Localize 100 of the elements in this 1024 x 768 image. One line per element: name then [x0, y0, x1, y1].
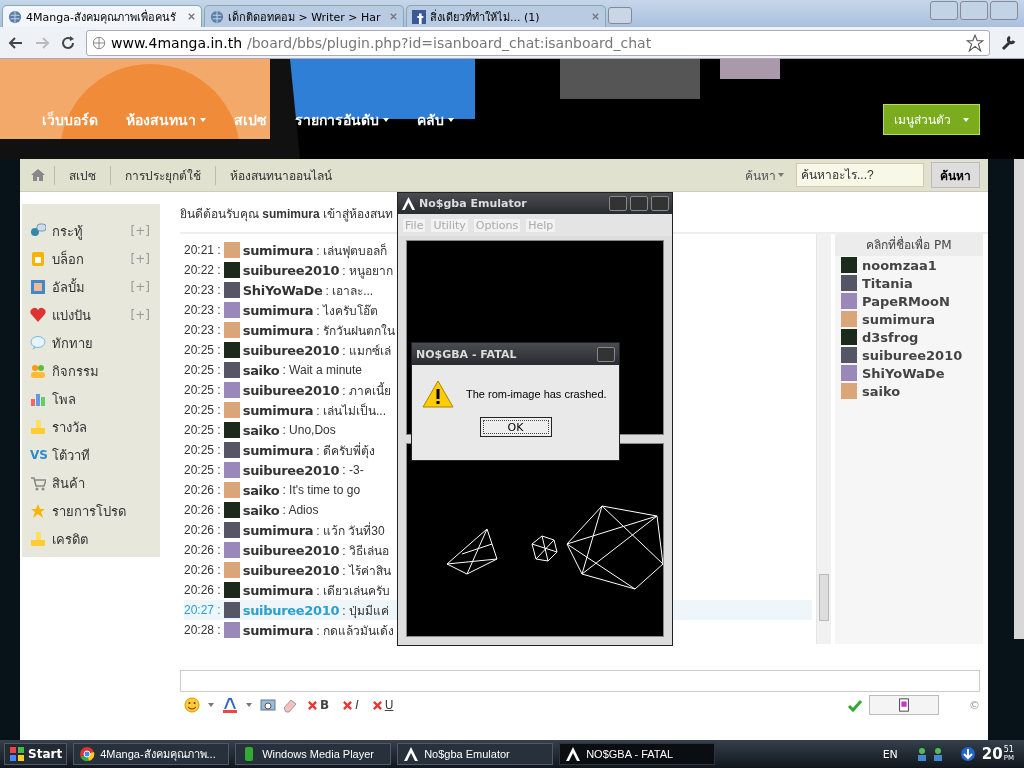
maximize-button[interactable]: [960, 1, 988, 20]
sidebar-link[interactable]: ทักทาย: [52, 332, 93, 354]
close-button[interactable]: [651, 196, 669, 211]
eraser-icon[interactable]: [282, 697, 298, 713]
sidebar-link[interactable]: เครดิต: [52, 528, 88, 550]
username-link[interactable]: suiburee2010: [242, 382, 340, 398]
online-user-link[interactable]: sumimura: [862, 311, 935, 327]
ok-button[interactable]: OK: [479, 417, 552, 437]
underline-button[interactable]: U: [368, 698, 398, 712]
minimize-button[interactable]: [930, 1, 958, 20]
avatar-placeholder: [223, 362, 240, 378]
username-link[interactable]: sumimura: [242, 582, 314, 598]
smiley-icon[interactable]: [184, 697, 200, 713]
sidebar-link[interactable]: บล็อก: [52, 248, 84, 270]
bold-button[interactable]: B: [304, 698, 334, 712]
checkmark-icon[interactable]: [847, 697, 863, 713]
search-scope-dropdown[interactable]: ค้นหา: [745, 165, 786, 185]
username-link[interactable]: ShiYoWaDe: [242, 282, 323, 298]
username-link[interactable]: suiburee2010: [242, 342, 340, 358]
search-button[interactable]: ค้นหา: [931, 162, 980, 188]
start-button[interactable]: Start: [4, 743, 68, 765]
sidebar-link[interactable]: กระทู้: [52, 220, 83, 242]
username-link[interactable]: sumimura: [242, 242, 314, 258]
online-heading: คลิกที่ชื่อเพื่อ PM: [835, 234, 983, 256]
browser-tab[interactable]: 4Manga-สังคมคุณภาพเพื่อคนรั: [2, 5, 202, 27]
globe-icon: [8, 9, 22, 24]
message-time: 20:25 :: [184, 363, 221, 377]
sidebar-link[interactable]: โพล: [52, 388, 76, 410]
username-link[interactable]: sumimura: [242, 622, 314, 638]
browser-tab[interactable]: เด็กติดอทคอม > Writer > Har: [204, 5, 404, 27]
sidebar-link[interactable]: อัลบั้ม: [52, 276, 85, 298]
sidebar-link[interactable]: แบ่งปัน: [52, 304, 91, 326]
font-color-icon[interactable]: [222, 697, 238, 713]
online-user-link[interactable]: PapeRMooN: [862, 293, 950, 309]
message-text: : เอาละ...: [325, 282, 374, 300]
send-button[interactable]: [869, 695, 939, 715]
taskbar-button[interactable]: 4Manga-สังคมคุณภาพ...: [73, 743, 230, 765]
star-icon[interactable]: [966, 33, 984, 52]
sidebar-link[interactable]: รางวัล: [52, 416, 87, 438]
taskbar-button[interactable]: NO$GBA - FATAL: [559, 743, 716, 765]
maximize-button[interactable]: [630, 196, 648, 211]
breadcrumb-link[interactable]: การประยุกต์ใช้: [110, 165, 215, 185]
cross-icon: [308, 700, 317, 710]
username-link[interactable]: suiburee2010: [242, 462, 340, 478]
username-link[interactable]: saiko: [242, 422, 280, 438]
username-link[interactable]: saiko: [242, 362, 280, 378]
close-icon[interactable]: [389, 12, 398, 21]
username-link[interactable]: sumimura: [242, 302, 314, 318]
breadcrumb-link[interactable]: ห้องสนทนาออนไลน์: [215, 165, 346, 185]
taskbar-button[interactable]: Windows Media Player: [235, 743, 392, 765]
online-user-link[interactable]: noomzaa1: [862, 257, 937, 273]
online-user-link[interactable]: suiburee2010: [862, 347, 963, 363]
online-user-link[interactable]: ShiYoWaDe: [862, 365, 945, 381]
address-field[interactable]: www.4manga.in.th /board/bbs/plugin.php?id=isanboard_chat:isanboard_chat: [86, 29, 990, 56]
back-icon[interactable]: [8, 34, 24, 51]
caret-icon[interactable]: [246, 703, 252, 707]
message-time: 20:23 :: [184, 323, 221, 337]
username-link[interactable]: sumimura: [242, 402, 314, 418]
scrollbar[interactable]: [816, 234, 831, 644]
sidebar-link[interactable]: กิจกรรม: [52, 360, 99, 382]
message-text: : ไงครับโอ๊ต: [316, 302, 378, 320]
breadcrumb-link[interactable]: สเปซ: [54, 165, 110, 185]
online-user-link[interactable]: Titania: [862, 275, 913, 291]
sidebar-link[interactable]: สินค้า: [52, 472, 85, 494]
username-link[interactable]: sumimura: [242, 522, 314, 538]
pictures-icon: [897, 698, 911, 712]
minimize-button[interactable]: [609, 196, 627, 211]
home-icon[interactable]: [30, 167, 46, 183]
sidebar-link[interactable]: โต้วาที: [52, 444, 90, 466]
online-user-link[interactable]: d3sfrog: [862, 329, 919, 345]
speech-bubble-icon: [30, 335, 46, 351]
language-indicator[interactable]: EN: [882, 747, 898, 761]
sidebar-link[interactable]: รายการโปรด: [52, 500, 126, 522]
username-link[interactable]: suiburee2010: [242, 562, 340, 578]
username-link[interactable]: suiburee2010: [242, 262, 340, 278]
close-button[interactable]: [597, 346, 615, 362]
close-icon[interactable]: [591, 12, 600, 21]
username-link[interactable]: sumimura: [242, 442, 314, 458]
scroll-thumb[interactable]: [819, 574, 829, 621]
reload-icon[interactable]: [60, 34, 76, 51]
italic-button[interactable]: I: [339, 698, 363, 712]
taskbar-button[interactable]: No$gba Emulator: [397, 743, 554, 765]
search-field[interactable]: ค้นหาอะไร...?: [796, 163, 924, 187]
caret-icon[interactable]: [208, 703, 214, 707]
username-link[interactable]: sumimura: [242, 322, 314, 338]
username-link[interactable]: saiko: [242, 502, 280, 518]
avatar-placeholder: [223, 482, 240, 498]
message-input-field[interactable]: [180, 670, 980, 692]
new-tab-button[interactable]: [608, 7, 632, 24]
username-link[interactable]: saiko: [242, 482, 280, 498]
page-scrollbar[interactable]: [1014, 159, 1024, 639]
close-icon[interactable]: [187, 12, 196, 21]
image-icon[interactable]: [260, 697, 276, 713]
close-button[interactable]: [990, 1, 1018, 20]
wrench-icon[interactable]: [1000, 34, 1016, 51]
online-user-link[interactable]: saiko: [862, 383, 901, 399]
browser-tab[interactable]: สิ่งเดียวที่ทำให้ไม่... (1): [406, 5, 606, 27]
message-time: 20:23 :: [184, 303, 221, 317]
username-link[interactable]: suiburee2010: [242, 542, 340, 558]
download-icon[interactable]: [959, 746, 976, 762]
